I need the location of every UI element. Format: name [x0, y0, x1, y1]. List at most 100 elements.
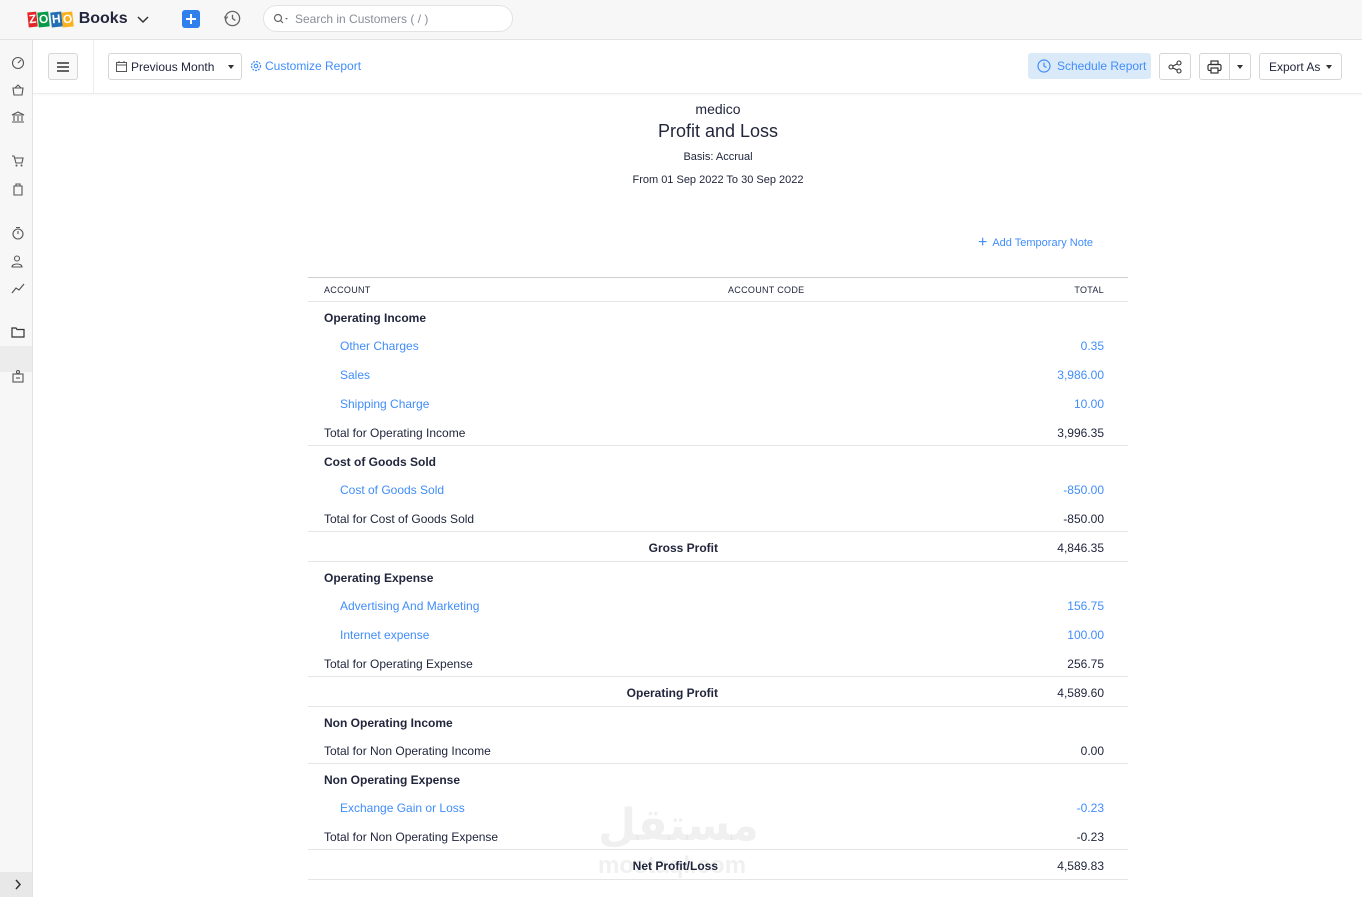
plus-icon: +: [978, 234, 988, 251]
column-header-account: ACCOUNT: [324, 285, 371, 295]
time-tracking-icon[interactable]: [11, 226, 25, 240]
report-title: Profit and Loss: [657, 121, 779, 141]
print-options-dropdown[interactable]: [1230, 54, 1250, 79]
calendar-icon: [116, 61, 127, 72]
watermark-latin: mostaql.com: [598, 852, 747, 879]
total-row: Total for Operating Income 3,996.35: [308, 417, 1128, 446]
amount-link[interactable]: 100.00: [1067, 628, 1104, 642]
documents-folder-icon[interactable]: [11, 325, 25, 339]
period-dropdown[interactable]: Previous Month: [108, 53, 242, 80]
plus-icon: [186, 14, 196, 24]
sidebar-toggle-button[interactable]: [48, 53, 78, 80]
account-link[interactable]: Exchange Gain or Loss: [340, 801, 465, 815]
amount-link[interactable]: 0.35: [1081, 339, 1104, 353]
amount-value: 4,589.60: [1057, 686, 1104, 700]
account-link[interactable]: Cost of Goods Sold: [340, 483, 444, 497]
accountant-icon[interactable]: [11, 254, 25, 268]
account-link[interactable]: Internet expense: [340, 628, 429, 642]
amount-link[interactable]: 3,986.00: [1057, 368, 1104, 382]
dashboard-icon[interactable]: [11, 56, 25, 70]
report-toolbar: Previous Month Customize Report Schedule…: [33, 40, 1362, 94]
account-row[interactable]: Other Charges 0.35: [308, 330, 1128, 359]
amount-value: 4,846.35: [1057, 541, 1104, 555]
search-input[interactable]: Search in Customers ( / ): [295, 12, 428, 26]
amount-link[interactable]: 10.00: [1074, 397, 1104, 411]
top-bar: Z O H O Books Search in Customers ( / ): [0, 0, 1362, 40]
account-link[interactable]: Advertising And Marketing: [340, 599, 479, 613]
account-row[interactable]: Sales 3,986.00: [308, 359, 1128, 388]
share-icon: [1168, 59, 1182, 74]
amount-value: -0.23: [1076, 830, 1104, 844]
quick-create-button[interactable]: [182, 10, 200, 28]
amount-value: -850.00: [1063, 512, 1104, 526]
printer-icon: [1207, 59, 1222, 74]
total-row: Total for Operating Expense 256.75: [308, 648, 1128, 677]
section-header-row: Non Operating Expense: [308, 764, 1128, 792]
export-dropdown[interactable]: Export As: [1259, 53, 1342, 80]
account-link[interactable]: Sales: [340, 368, 370, 382]
summary-label: Gross Profit: [648, 541, 718, 555]
expand-sidebar-button[interactable]: [0, 872, 32, 897]
print-button[interactable]: [1200, 54, 1230, 79]
account-link[interactable]: Other Charges: [340, 339, 419, 353]
caret-down-icon: [1326, 65, 1332, 69]
account-label: Total for Cost of Goods Sold: [324, 512, 475, 526]
period-label: Previous Month: [131, 59, 215, 74]
history-icon[interactable]: [223, 9, 242, 28]
organization-name: medico: [695, 101, 741, 117]
section-header-row: Non Operating Income: [308, 707, 1128, 735]
account-label: Operating Income: [324, 311, 427, 325]
logo-letter: H: [49, 10, 63, 28]
account-label: Total for Operating Expense: [324, 657, 473, 671]
sales-cart-icon[interactable]: [11, 154, 25, 168]
amount-link[interactable]: -850.00: [1063, 483, 1104, 497]
account-row[interactable]: Shipping Charge 10.00: [308, 388, 1128, 417]
amount-value: 4,589.83: [1057, 859, 1104, 873]
caret-down-icon: [228, 65, 234, 69]
items-icon[interactable]: [11, 83, 25, 97]
table-body: Operating Income Other Charges 0.35 Sales 3,…: [308, 302, 1128, 880]
column-header-total: TOTAL: [1074, 285, 1104, 295]
search-icon: [273, 13, 288, 23]
gear-icon: [250, 60, 262, 72]
purchases-bag-icon[interactable]: [11, 182, 25, 196]
total-row: Total for Cost of Goods Sold -850.00: [308, 503, 1128, 532]
reports-chart-icon[interactable]: [11, 281, 25, 295]
account-row[interactable]: Cost of Goods Sold -850.00: [308, 474, 1128, 503]
account-label: Non Operating Expense: [324, 773, 461, 787]
account-label: Total for Non Operating Expense: [324, 830, 499, 844]
logo-letter: O: [37, 10, 51, 28]
account-row[interactable]: Advertising And Marketing 156.75: [308, 590, 1128, 619]
print-split-button[interactable]: [1199, 53, 1251, 80]
column-header-account-code: ACCOUNT CODE: [728, 285, 805, 295]
left-nav-rail: [0, 40, 33, 897]
section-header-row: Cost of Goods Sold: [308, 446, 1128, 474]
summary-row: Gross Profit 4,846.35: [308, 532, 1128, 562]
amount-value: 256.75: [1067, 657, 1104, 671]
amount-value: 3,996.35: [1057, 426, 1104, 440]
temp-note-label: Add Temporary Note: [992, 237, 1094, 249]
report-basis: Basis: Accrual: [683, 151, 753, 163]
amount-link[interactable]: 156.75: [1067, 599, 1104, 613]
chevron-down-icon[interactable]: [136, 12, 150, 26]
summary-row: Operating Profit 4,589.60: [308, 677, 1128, 707]
customize-report-link[interactable]: Customize Report: [250, 59, 361, 73]
section-header-row: Operating Expense: [308, 562, 1128, 590]
banking-icon[interactable]: [11, 110, 25, 124]
add-temporary-note-link[interactable]: + Add Temporary Note: [978, 234, 1094, 251]
profit-loss-table: ACCOUNT ACCOUNT CODE TOTAL Operating Inc…: [308, 277, 1128, 880]
clock-icon: [1037, 59, 1051, 73]
watermark-arabic: مستقل: [598, 801, 759, 850]
app-logo[interactable]: Z O H O Books: [27, 10, 150, 28]
account-row[interactable]: Internet expense 100.00: [308, 619, 1128, 648]
schedule-label: Schedule Report: [1057, 59, 1147, 73]
account-link[interactable]: Shipping Charge: [340, 397, 429, 411]
schedule-report-button[interactable]: Schedule Report: [1028, 53, 1151, 79]
search-bar[interactable]: Search in Customers ( / ): [263, 5, 513, 32]
share-button[interactable]: [1159, 53, 1191, 80]
account-label: Total for Operating Income: [324, 426, 466, 440]
total-row: Total for Non Operating Income 0.00: [308, 735, 1128, 764]
account-label: Operating Expense: [324, 571, 434, 585]
apps-icon[interactable]: [11, 369, 25, 383]
amount-link[interactable]: -0.23: [1077, 801, 1104, 815]
